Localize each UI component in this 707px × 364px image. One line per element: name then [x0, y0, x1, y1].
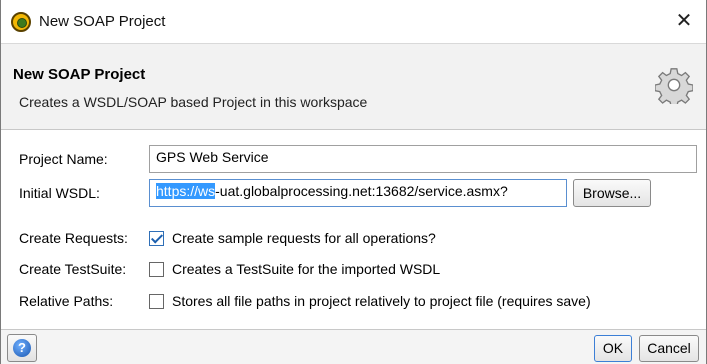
relative-paths-checkbox[interactable]	[149, 294, 164, 309]
header-description: Creates a WSDL/SOAP based Project in thi…	[19, 94, 368, 110]
create-testsuite-text[interactable]: Creates a TestSuite for the imported WSD…	[172, 261, 440, 277]
cancel-button[interactable]: Cancel	[639, 335, 699, 362]
gear-icon	[655, 68, 693, 104]
header-title: New SOAP Project	[13, 66, 146, 83]
close-button[interactable]: ✕	[670, 8, 698, 36]
dialog-header: New SOAP Project Creates a WSDL/SOAP bas…	[1, 44, 706, 130]
initial-wsdl-label: Initial WSDL:	[19, 185, 100, 201]
browse-button[interactable]: Browse...	[573, 179, 651, 207]
create-requests-checkbox[interactable]	[149, 231, 164, 246]
project-name-input[interactable]: GPS Web Service	[149, 145, 697, 173]
create-testsuite-label: Create TestSuite:	[19, 261, 127, 277]
soapui-app-icon	[11, 12, 31, 32]
create-testsuite-row: Create TestSuite: Creates a TestSuite fo…	[1, 254, 706, 286]
project-name-row: Project Name: GPS Web Service	[1, 143, 706, 175]
project-name-value: GPS Web Service	[156, 149, 269, 165]
help-button[interactable]: ?	[7, 334, 37, 362]
relative-paths-row: Relative Paths: Stores all file paths in…	[1, 286, 706, 318]
dialog-footer: ? OK Cancel	[1, 329, 706, 364]
project-name-label: Project Name:	[19, 151, 108, 167]
initial-wsdl-input[interactable]: https://ws-uat.globalprocessing.net:1368…	[149, 179, 567, 207]
relative-paths-label: Relative Paths:	[19, 293, 114, 309]
new-soap-project-dialog: New SOAP Project ✕ New SOAP Project Crea…	[0, 0, 707, 364]
relative-paths-text[interactable]: Stores all file paths in project relativ…	[172, 293, 591, 309]
ok-button[interactable]: OK	[594, 335, 632, 362]
wsdl-selected-text: https://ws	[156, 183, 216, 199]
window-title: New SOAP Project	[39, 13, 166, 30]
initial-wsdl-row: Initial WSDL: https://ws-uat.globalproce…	[1, 177, 706, 209]
title-bar: New SOAP Project ✕	[1, 0, 706, 44]
create-testsuite-checkbox[interactable]	[149, 262, 164, 277]
help-icon: ?	[13, 339, 31, 357]
wsdl-remaining-text: -uat.globalprocessing.net:13682/service.…	[215, 183, 508, 199]
create-requests-row: Create Requests: Create sample requests …	[1, 223, 706, 255]
create-requests-label: Create Requests:	[19, 230, 128, 246]
create-requests-text[interactable]: Create sample requests for all operation…	[172, 230, 436, 246]
